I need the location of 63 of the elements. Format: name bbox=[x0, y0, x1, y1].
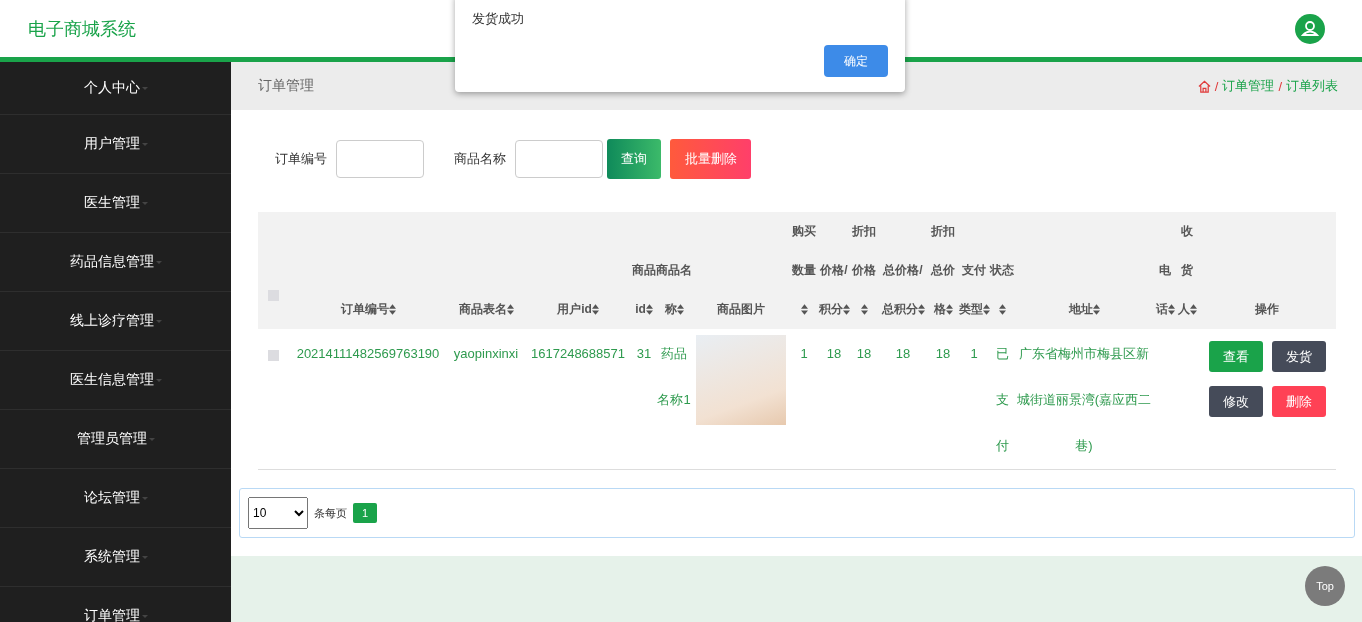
sort-icon[interactable] bbox=[982, 304, 990, 316]
table-cell: 20214111482569763190 bbox=[296, 346, 440, 361]
search-field[interactable] bbox=[515, 140, 603, 178]
field-label: 商品名称 bbox=[454, 150, 506, 168]
sort-icon[interactable] bbox=[860, 304, 868, 316]
table-cell: 18 bbox=[826, 346, 842, 361]
query-button[interactable]: 查询 bbox=[607, 139, 661, 179]
sort-icon[interactable] bbox=[591, 304, 599, 316]
column-header[interactable]: 总价格/总积分 bbox=[878, 251, 928, 329]
field-label: 订单编号 bbox=[275, 150, 327, 168]
column-header[interactable]: 折扣总价格 bbox=[928, 212, 958, 329]
user-avatar-icon[interactable] bbox=[1295, 13, 1325, 44]
page-size-select[interactable]: 10 bbox=[248, 497, 308, 529]
column-header[interactable]: 收货人 bbox=[1176, 212, 1198, 329]
breadcrumb-separator: / bbox=[1214, 78, 1219, 94]
sort-icon[interactable] bbox=[645, 304, 653, 316]
dialog-message: 发货成功 bbox=[472, 10, 524, 28]
sort-icon[interactable] bbox=[998, 304, 1006, 316]
table-cell: 1 bbox=[970, 346, 978, 361]
table-cell: 18 bbox=[935, 346, 951, 361]
action-button[interactable]: 修改 bbox=[1208, 386, 1263, 417]
column-header[interactable]: 支付类型 bbox=[958, 251, 990, 329]
table-cell: 31 bbox=[636, 346, 652, 361]
column-header[interactable]: 商品名称 bbox=[656, 251, 692, 329]
column-header[interactable]: 用户id bbox=[557, 290, 599, 329]
table-cell: 1617248688571 bbox=[531, 346, 625, 361]
column-header[interactable]: 购买数量 bbox=[790, 212, 818, 329]
column-header[interactable]: 操作 bbox=[1255, 290, 1279, 329]
app-title: 电子商城系统 bbox=[28, 17, 136, 41]
table-cell: 18 bbox=[856, 346, 872, 361]
sort-icon[interactable] bbox=[676, 304, 684, 316]
column-header[interactable]: 商品图片 bbox=[717, 290, 765, 329]
action-button[interactable]: 发货 bbox=[1271, 341, 1326, 372]
breadcrumb-separator: / bbox=[1278, 78, 1282, 94]
home-icon[interactable] bbox=[1197, 79, 1211, 93]
page-size-label: 条每页 bbox=[314, 505, 347, 521]
page-title: 订单管理 bbox=[258, 77, 314, 95]
table-cell: 广东省梅州市梅县区新城街道丽景湾(嘉应西二巷) bbox=[1016, 346, 1152, 453]
table-cell: 1 bbox=[800, 346, 808, 361]
column-header[interactable]: 折扣价格 bbox=[850, 212, 878, 329]
sort-icon[interactable] bbox=[1092, 304, 1100, 316]
column-header[interactable]: 订单编号 bbox=[340, 290, 396, 329]
column-header[interactable]: 商品表名 bbox=[458, 290, 514, 329]
table-cell: 18 bbox=[895, 346, 911, 361]
table-cell: 已支付 bbox=[995, 346, 1009, 453]
row-checkbox[interactable] bbox=[267, 350, 279, 362]
table-cell: yaopinxinxi bbox=[453, 346, 519, 361]
sort-icon[interactable] bbox=[800, 304, 808, 316]
sort-icon[interactable] bbox=[945, 304, 953, 316]
sort-icon[interactable] bbox=[917, 304, 925, 316]
column-header[interactable]: 价格/积分 bbox=[818, 251, 850, 329]
confirm-button[interactable]: 确定 bbox=[824, 45, 888, 77]
column-header[interactable]: 地址 bbox=[1068, 290, 1100, 329]
sort-icon[interactable] bbox=[1189, 304, 1197, 316]
sort-icon[interactable] bbox=[388, 304, 396, 316]
sort-icon[interactable] bbox=[1167, 304, 1175, 316]
search-field[interactable] bbox=[336, 140, 424, 178]
column-header[interactable]: 电话 bbox=[1154, 251, 1176, 329]
table-cell: 药品名称1 bbox=[657, 346, 691, 407]
sort-icon[interactable] bbox=[842, 304, 850, 316]
sort-icon[interactable] bbox=[506, 304, 514, 316]
column-header[interactable]: 状态 bbox=[990, 251, 1014, 329]
column-header[interactable]: 商品id bbox=[632, 251, 656, 329]
